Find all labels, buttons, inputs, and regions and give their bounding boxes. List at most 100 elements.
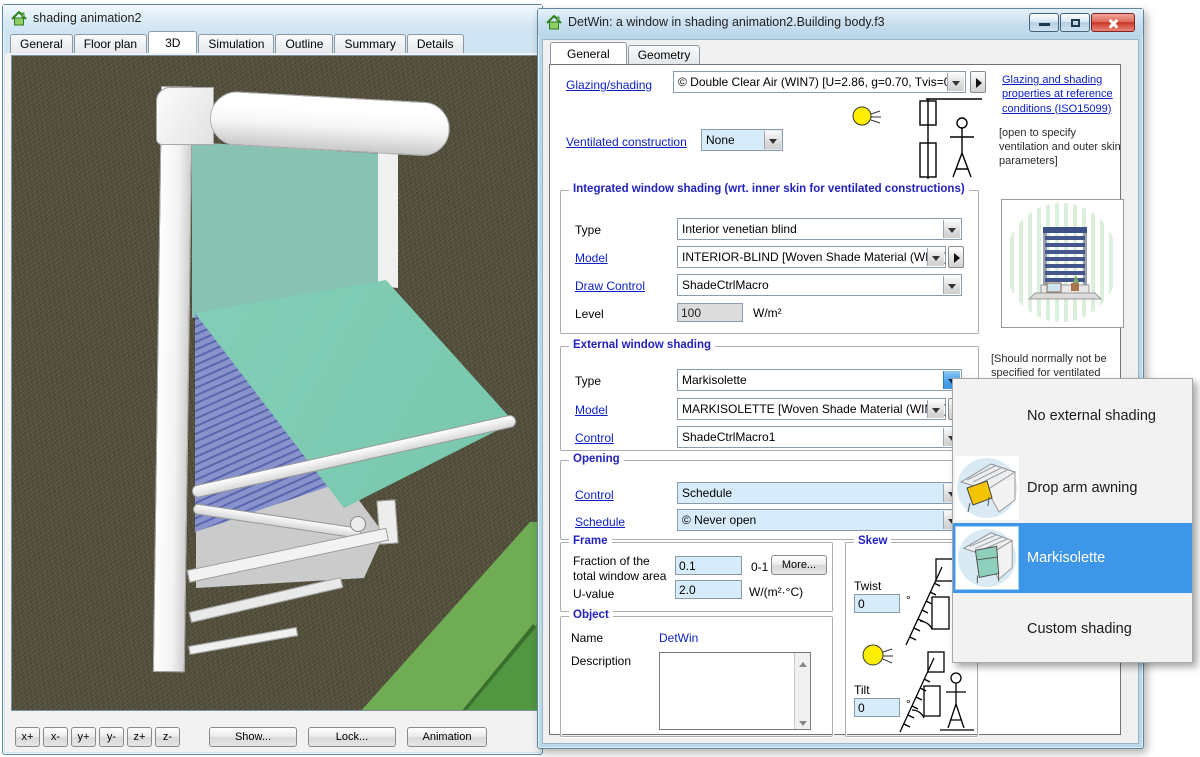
- show-button[interactable]: Show...: [209, 727, 297, 747]
- ventilated-note: [open to specify ventilation and outer s…: [999, 127, 1125, 168]
- ventilated-combobox-value: None: [706, 133, 735, 147]
- integrated-model-detail-button[interactable]: [948, 246, 964, 268]
- integrated-model-combobox[interactable]: INTERIOR-BLIND [Woven Shade Material (WI…: [677, 246, 946, 268]
- external-model-link[interactable]: Model: [575, 403, 608, 417]
- description-textarea[interactable]: [659, 652, 811, 730]
- dropdown-item-label: Custom shading: [1027, 621, 1132, 637]
- minimize-button[interactable]: [1029, 13, 1059, 32]
- combo-arrow-icon[interactable]: [927, 248, 944, 266]
- venetian-blind-preview-image: [1005, 203, 1118, 322]
- x-minus-button[interactable]: x-: [43, 727, 68, 747]
- twist-input[interactable]: [854, 594, 900, 613]
- dropdown-item-markisolette[interactable]: Markisolette: [953, 523, 1192, 593]
- tab-simulation[interactable]: Simulation: [198, 34, 274, 53]
- combo-arrow-icon[interactable]: [764, 131, 781, 149]
- glazing-detail-button[interactable]: [970, 71, 986, 93]
- house-icon: [11, 11, 27, 26]
- frame-group: Frame Fraction of the total window area …: [560, 542, 833, 612]
- external-type-combobox[interactable]: Markisolette: [677, 369, 962, 391]
- object-name-value: DetWin: [659, 631, 698, 645]
- tab-geometry[interactable]: Geometry: [628, 45, 701, 64]
- tab-general[interactable]: General: [10, 34, 73, 53]
- maximize-button[interactable]: [1060, 13, 1090, 32]
- y-minus-button[interactable]: y-: [99, 727, 124, 747]
- opening-schedule-combobox[interactable]: © Never open: [677, 509, 962, 531]
- type-label: Type: [575, 374, 601, 388]
- draw-control-link[interactable]: Draw Control: [575, 279, 645, 293]
- opening-control-combobox[interactable]: Schedule: [677, 482, 962, 504]
- animation-button[interactable]: Animation: [407, 727, 487, 747]
- viewport-toolbar: x+ x- y+ y- z+ z- Show... Lock... Animat…: [5, 721, 540, 752]
- opening-group: Opening Control Schedule Schedule © Neve…: [560, 460, 979, 540]
- level-input: [677, 303, 743, 322]
- integrated-shading-legend: Integrated window shading (wrt. inner sk…: [569, 183, 969, 195]
- dropdown-item-custom-shading[interactable]: Custom shading: [953, 593, 1192, 664]
- ventilated-construction-link[interactable]: Ventilated construction: [566, 135, 687, 149]
- external-control-link[interactable]: Control: [575, 431, 614, 445]
- description-scrollbar[interactable]: [794, 653, 810, 729]
- tab-floor-plan[interactable]: Floor plan: [74, 34, 147, 53]
- integrated-shading-group: Integrated window shading (wrt. inner sk…: [560, 190, 979, 334]
- uvalue-label: U-value: [573, 587, 614, 601]
- tab-3d[interactable]: 3D: [148, 31, 197, 53]
- 3d-viewport[interactable]: [11, 55, 538, 711]
- glazing-shading-link[interactable]: Glazing/shading: [566, 78, 652, 92]
- tab-summary[interactable]: Summary: [334, 34, 405, 53]
- external-shading-legend: External window shading: [569, 339, 715, 351]
- window-section-figure-icon: [912, 93, 986, 183]
- z-plus-button[interactable]: z+: [127, 727, 152, 747]
- z-minus-button[interactable]: z-: [155, 727, 180, 747]
- sun-icon: [860, 643, 894, 669]
- fraction-range: 0-1: [751, 560, 768, 574]
- glazing-combobox-value: © Double Clear Air (WIN7) [U=2.86, g=0.7…: [678, 75, 950, 89]
- detwin-tabbar: General Geometry: [545, 42, 701, 64]
- integrated-model-link[interactable]: Model: [575, 251, 608, 265]
- scroll-up-icon[interactable]: [796, 653, 809, 667]
- integrated-model-value: INTERIOR-BLIND [Woven Shade Material (WI…: [682, 250, 946, 264]
- awning-arm-cap-3d: [350, 516, 366, 532]
- scene-window: shading animation2 General Floor plan 3D…: [2, 4, 543, 755]
- more-button[interactable]: More...: [771, 555, 827, 575]
- drop-arm-awning-icon: [955, 456, 1019, 520]
- detwin-titlebar[interactable]: DetWin: a window in shading animation2.B…: [538, 9, 1143, 35]
- tab-general[interactable]: General: [550, 42, 627, 64]
- tab-outline[interactable]: Outline: [275, 34, 333, 53]
- opening-schedule-link[interactable]: Schedule: [575, 515, 625, 529]
- opening-legend: Opening: [569, 453, 624, 465]
- dropdown-item-label: No external shading: [1027, 408, 1156, 424]
- lock-button[interactable]: Lock...: [308, 727, 396, 747]
- opening-control-link[interactable]: Control: [575, 488, 614, 502]
- combo-arrow-icon[interactable]: [947, 73, 964, 91]
- draw-control-value: ShadeCtrlMacro: [682, 278, 769, 292]
- combo-arrow-icon[interactable]: [927, 400, 944, 418]
- scene-window-titlebar[interactable]: shading animation2: [3, 5, 542, 31]
- uvalue-input[interactable]: [675, 580, 742, 599]
- dropdown-item-drop-arm-awning[interactable]: Drop arm awning: [953, 453, 1192, 523]
- scroll-down-icon[interactable]: [796, 715, 809, 729]
- fraction-input[interactable]: [675, 556, 742, 575]
- glazing-properties-link[interactable]: Glazing and shading properties at refere…: [1002, 73, 1120, 116]
- object-group: Object Name DetWin Description: [560, 616, 833, 737]
- fraction-label-line2: total window area: [573, 569, 666, 583]
- maximize-icon: [1071, 19, 1080, 27]
- combo-arrow-icon[interactable]: [943, 276, 960, 294]
- glazing-combobox[interactable]: © Double Clear Air (WIN7) [U=2.86, g=0.7…: [673, 71, 966, 93]
- fraction-label-line1: Fraction of the: [573, 554, 650, 568]
- ventilated-combobox[interactable]: None: [701, 129, 783, 151]
- external-control-combobox[interactable]: ShadeCtrlMacro1: [677, 426, 962, 448]
- close-button[interactable]: [1091, 13, 1135, 32]
- y-plus-button[interactable]: y+: [71, 727, 96, 747]
- external-type-dropdown: No external shading Drop arm awning: [952, 378, 1193, 663]
- tab-details[interactable]: Details: [407, 34, 464, 53]
- x-plus-button[interactable]: x+: [15, 727, 40, 747]
- external-control-value: ShadeCtrlMacro1: [682, 430, 775, 444]
- scene-window-title: shading animation2: [33, 11, 141, 25]
- level-label: Level: [575, 307, 604, 321]
- integrated-type-combobox[interactable]: Interior venetian blind: [677, 218, 962, 240]
- dropdown-item-no-external-shading[interactable]: No external shading: [953, 379, 1192, 453]
- external-model-combobox[interactable]: MARKISOLETTE [Woven Shade Material (WIN7…: [677, 398, 946, 420]
- minimize-icon: [1039, 23, 1050, 26]
- combo-arrow-icon[interactable]: [943, 220, 960, 238]
- type-label: Type: [575, 223, 601, 237]
- draw-control-combobox[interactable]: ShadeCtrlMacro: [677, 274, 962, 296]
